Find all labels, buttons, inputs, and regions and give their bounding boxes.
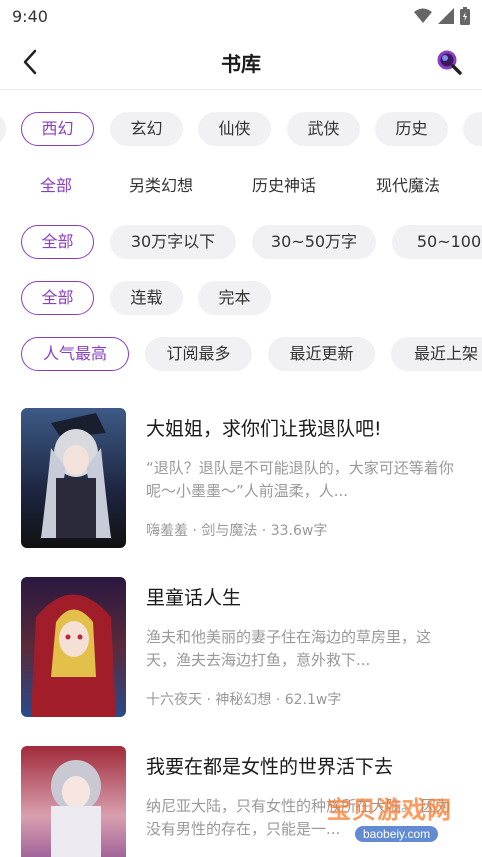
- status-chip-serializing[interactable]: 连载: [110, 281, 183, 315]
- book-description: 渔夫和他美丽的妻子住在海边的草房里，这天，渔夫去海边打鱼，意外救下...: [146, 628, 432, 669]
- cover-image: [21, 408, 126, 548]
- nav-bar: 书库: [0, 34, 482, 90]
- subgenre-tab-all[interactable]: 全部: [40, 169, 72, 203]
- status-time: 9:40: [12, 7, 48, 26]
- genre-chip-xuanhuan[interactable]: 玄幻: [110, 112, 183, 146]
- genre-chip-western-fantasy[interactable]: 西幻: [21, 112, 94, 146]
- book-title[interactable]: 里童话人生: [146, 583, 241, 610]
- subgenre-tab-modern-magic[interactable]: 现代魔法: [376, 169, 440, 203]
- subgenre-tab-alt-fantasy[interactable]: 另类幻想: [129, 169, 193, 203]
- status-chip-completed[interactable]: 完本: [198, 281, 271, 315]
- book-description: “退队？退队是不可能退队的，大家可还等着你呢～小墨墨～”人前温柔，人...: [146, 459, 454, 500]
- cover-image: [21, 746, 126, 857]
- genre-chip-history[interactable]: 历史: [375, 112, 448, 146]
- watermark-title: 宝贝游戏网: [327, 797, 452, 824]
- book-list-item[interactable]: 里童话人生 渔夫和他美丽的妻子住在海边的草房里，这天，渔夫去海边打鱼，意外救下.…: [0, 577, 482, 727]
- wifi-icon: [414, 8, 432, 23]
- subgenre-filter-row: 全部 另类幻想 历史神话 现代魔法: [0, 169, 482, 205]
- status-chip-all[interactable]: 全部: [21, 281, 94, 315]
- genre-chip-xianxia[interactable]: 仙侠: [198, 112, 271, 146]
- search-icon: [437, 50, 462, 75]
- cover-image: [21, 577, 126, 717]
- status-icons: [414, 7, 470, 25]
- wordcount-filter-row: 全部 30万字以下 30~50万字 50~100万: [0, 225, 482, 261]
- wordcount-chip-under-30w[interactable]: 30万字以下: [110, 225, 236, 259]
- wordcount-chip-50-100w[interactable]: 50~100万: [392, 225, 482, 259]
- book-cover[interactable]: [21, 577, 126, 717]
- genre-chip-wuxia[interactable]: 武侠: [287, 112, 360, 146]
- book-cover[interactable]: [21, 408, 126, 548]
- watermark: 宝贝游戏网 baobeiy.com: [327, 790, 452, 843]
- wordcount-chip-all[interactable]: 全部: [21, 225, 94, 259]
- signal-icon: [438, 8, 454, 24]
- book-title[interactable]: 我要在都是女性的世界活下去: [146, 752, 393, 779]
- search-button[interactable]: [434, 47, 464, 77]
- genre-chip-partial[interactable]: [0, 112, 6, 146]
- status-bar: 9:40: [0, 0, 482, 34]
- genre-chip-partial-right[interactable]: [463, 112, 482, 146]
- battery-icon: [460, 7, 470, 25]
- sort-chip-most-popular[interactable]: 人气最高: [21, 337, 129, 371]
- genre-filter-row: 西幻 玄幻 仙侠 武侠 历史: [0, 112, 482, 148]
- page-title: 书库: [221, 52, 261, 76]
- sort-chip-most-subscribed[interactable]: 订阅最多: [145, 337, 252, 371]
- sort-chip-recently-updated[interactable]: 最近更新: [268, 337, 375, 371]
- subgenre-tab-history-myth[interactable]: 历史神话: [252, 169, 316, 203]
- status-filter-row: 全部 连载 完本: [0, 281, 482, 317]
- watermark-url: baobeiy.com: [355, 826, 439, 842]
- book-cover[interactable]: [21, 746, 126, 857]
- sort-chip-recently-listed[interactable]: 最近上架: [391, 337, 482, 371]
- wordcount-chip-30-50w[interactable]: 30~50万字: [252, 225, 376, 259]
- book-meta: 嗨羞羞 · 剑与魔法 · 33.6w字: [146, 523, 328, 539]
- book-title[interactable]: 大姐姐，求你们让我退队吧!: [146, 414, 382, 441]
- book-meta: 十六夜天 · 神秘幻想 · 62.1w字: [146, 692, 342, 708]
- book-list-item[interactable]: 大姐姐，求你们让我退队吧! “退队？退队是不可能退队的，大家可还等着你呢～小墨墨…: [0, 408, 482, 558]
- sort-filter-row: 人气最高 订阅最多 最近更新 最近上架: [0, 337, 482, 373]
